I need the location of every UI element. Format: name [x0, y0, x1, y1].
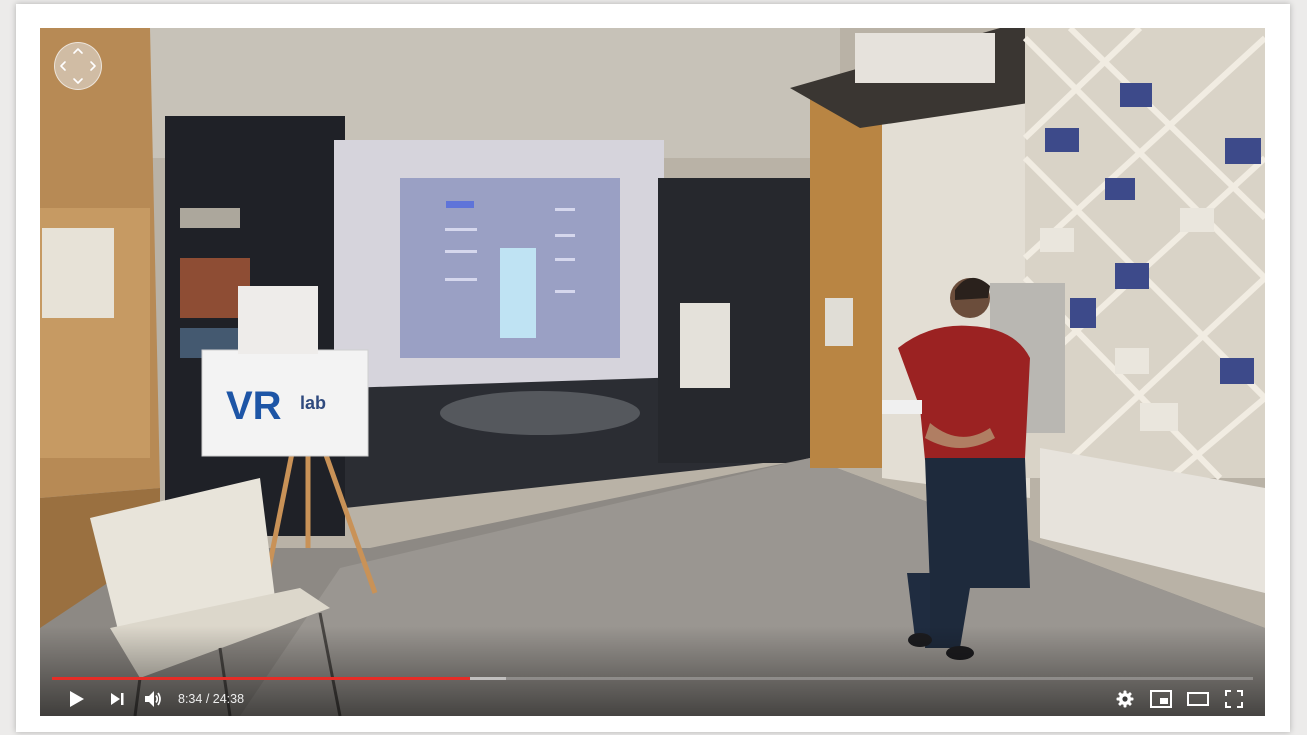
mute-button[interactable] — [140, 683, 166, 715]
player-controls: 8:34 / 24:38 — [40, 683, 1265, 715]
360-pan-control[interactable] — [54, 42, 102, 90]
gear-icon — [1116, 690, 1134, 708]
play-button[interactable] — [62, 683, 90, 715]
progress-bar[interactable] — [52, 677, 1253, 680]
theater-mode-button[interactable] — [1183, 683, 1213, 715]
settings-button[interactable] — [1112, 683, 1138, 715]
video-frame[interactable]: VR lab — [40, 28, 1265, 716]
fullscreen-button[interactable] — [1221, 683, 1247, 715]
360-pan-icon — [60, 48, 96, 84]
theater-mode-icon — [1187, 692, 1209, 706]
next-button[interactable] — [104, 683, 130, 715]
miniplayer-button[interactable] — [1147, 683, 1175, 715]
fullscreen-icon — [1225, 690, 1243, 708]
time-display: 8:34 / 24:38 — [178, 683, 244, 715]
time-separator: / — [202, 692, 213, 706]
next-icon — [111, 693, 124, 705]
miniplayer-icon — [1150, 690, 1172, 708]
sign-lab-text: lab — [300, 393, 326, 413]
current-time: 8:34 — [178, 692, 203, 706]
video-player[interactable]: VR lab 8:34 / 24:38 — [40, 28, 1265, 716]
sign-vr-text: VR — [226, 384, 282, 428]
duration: 24:38 — [212, 692, 245, 706]
play-icon — [70, 691, 84, 707]
volume-icon — [145, 691, 161, 707]
progress-played — [52, 677, 470, 680]
